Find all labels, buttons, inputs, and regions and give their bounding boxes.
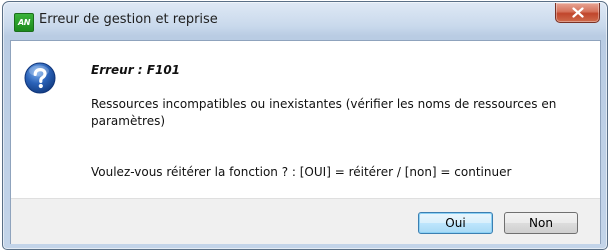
title-bar[interactable]: AN Erreur de gestion et reprise [3, 2, 607, 38]
oui-button[interactable]: Oui [418, 212, 493, 234]
dialog-client-area: Erreur : F101 Ressources incompatibles o… [10, 40, 601, 244]
app-logo-icon: AN [14, 13, 34, 32]
button-bar: Oui Non [11, 198, 600, 244]
error-question: Voulez-vous réitérer la fonction ? : [OU… [91, 165, 512, 179]
non-button[interactable]: Non [504, 212, 578, 234]
question-icon [24, 62, 56, 94]
close-icon [572, 7, 584, 18]
close-button[interactable] [555, 3, 600, 23]
dialog-window: AN Erreur de gestion et reprise Erreur:… [2, 1, 608, 250]
message-area: Erreur : F101 Ressources incompatibles o… [11, 41, 600, 198]
window-title: Erreur de gestion et reprise [39, 12, 218, 27]
error-message: Ressources incompatibles ou inexistantes… [91, 97, 557, 128]
error-title: Erreur : F101 [91, 63, 181, 77]
